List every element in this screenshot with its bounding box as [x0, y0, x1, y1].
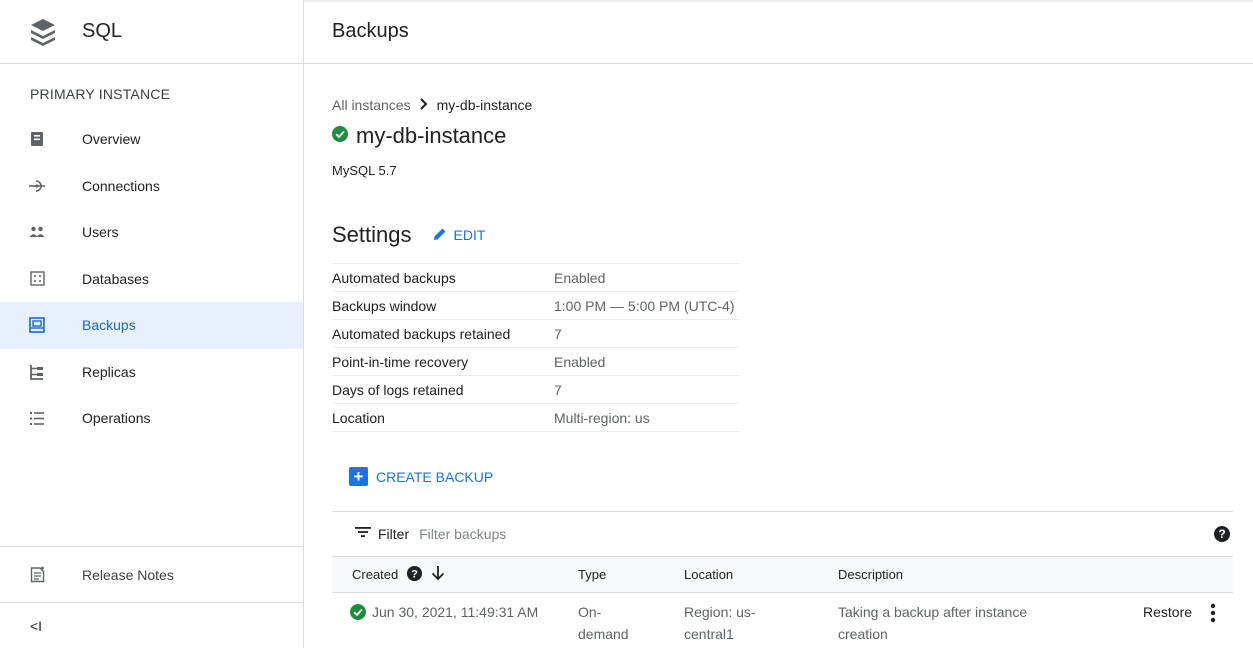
success-check-icon [350, 604, 366, 626]
pencil-icon [432, 226, 448, 245]
sidebar-header: SQL [0, 0, 303, 64]
column-type: Type [578, 567, 607, 582]
more-vert-icon[interactable] [1203, 601, 1223, 623]
status-check-icon [332, 125, 348, 147]
setting-key: Location [332, 403, 554, 432]
overview-icon [0, 131, 82, 147]
sidebar-item-label: Users [82, 224, 119, 241]
column-created-label: Created [352, 567, 399, 582]
column-description: Description [838, 567, 904, 582]
cell-created: Jun 30, 2021, 11:49:31 AM [332, 601, 578, 626]
settings-row: Automated backups Enabled [332, 263, 740, 292]
create-backup-button[interactable]: + CREATE BACKUP [349, 467, 493, 486]
section-title: PRIMARY INSTANCE [30, 86, 171, 102]
edit-label: EDIT [453, 227, 486, 243]
sidebar-item-connections[interactable]: Connections [0, 163, 303, 210]
sidebar-item-overview[interactable]: Overview [0, 116, 303, 163]
filter-bar: Filter ? [332, 511, 1233, 557]
operations-icon [0, 411, 82, 426]
setting-value: 7 [554, 375, 740, 404]
backups-table: Filter ? Created ? Type Location Descrip… [332, 511, 1233, 645]
sidebar: SQL PRIMARY INSTANCE Overview Connection… [0, 0, 304, 648]
setting-value: 1:00 PM — 5:00 PM (UTC-4) [554, 291, 740, 320]
sidebar-item-label: Replicas [82, 363, 136, 380]
backups-icon [0, 317, 82, 334]
svg-text:?: ? [1218, 527, 1225, 541]
breadcrumb-all-instances[interactable]: All instances [332, 97, 411, 113]
table-header: Created ? Type Location Description [332, 557, 1233, 593]
sidebar-item-label: Operations [82, 410, 151, 427]
column-location: Location [684, 567, 734, 582]
setting-key: Backups window [332, 291, 554, 320]
cell-type: On-demand [578, 604, 629, 642]
sidebar-footer: Release Notes <I [0, 546, 303, 648]
sidebar-item-backups[interactable]: Backups [0, 302, 303, 349]
sidebar-item-label: Databases [82, 270, 149, 287]
column-created[interactable]: Created ? [332, 565, 578, 585]
edit-settings-button[interactable]: EDIT [432, 226, 486, 245]
create-backup-label: CREATE BACKUP [376, 468, 494, 485]
filter-input[interactable] [419, 526, 720, 542]
release-notes-label: Release Notes [82, 566, 174, 583]
add-icon: + [349, 467, 368, 486]
release-notes-link[interactable]: Release Notes [0, 546, 303, 602]
main-content: All instances my-db-instance my-db-insta… [304, 65, 1253, 648]
sidebar-item-label: Backups [82, 317, 136, 334]
settings-row: Location Multi-region: us [332, 403, 740, 432]
layers-icon [0, 17, 82, 47]
table-row: Jun 30, 2021, 11:49:31 AM On-demand Regi… [332, 593, 1233, 645]
settings-title: Settings [332, 222, 412, 247]
breadcrumb: All instances my-db-instance [332, 97, 532, 113]
users-icon [0, 226, 82, 238]
setting-key: Automated backups retained [332, 319, 554, 348]
help-icon[interactable]: ? [1213, 525, 1231, 548]
page-title: Backups [332, 20, 409, 42]
settings-row: Point-in-time recovery Enabled [332, 347, 740, 376]
setting-key: Point-in-time recovery [332, 347, 554, 376]
arrow-down-icon[interactable] [431, 565, 445, 584]
setting-key: Days of logs retained [332, 375, 554, 404]
cell-location: Region: us-central1 [684, 604, 756, 642]
databases-icon [0, 271, 82, 286]
restore-button[interactable]: Restore [1143, 601, 1203, 623]
instance-version: MySQL 5.7 [332, 163, 397, 178]
setting-value: Multi-region: us [554, 403, 740, 432]
filter-label: Filter [378, 526, 410, 542]
settings-row: Days of logs retained 7 [332, 375, 740, 404]
setting-value: Enabled [554, 347, 740, 376]
replicas-icon [0, 364, 82, 380]
cell-description: Taking a backup after instance creation [838, 604, 1028, 642]
sidebar-item-operations[interactable]: Operations [0, 395, 303, 442]
instance-heading: my-db-instance [332, 123, 506, 149]
setting-key: Automated backups [332, 263, 554, 292]
chevron-right-icon [419, 97, 429, 113]
product-title: SQL [82, 20, 123, 42]
created-value: Jun 30, 2021, 11:49:31 AM [372, 604, 539, 620]
help-icon[interactable]: ? [406, 565, 423, 585]
filter-icon [354, 525, 372, 543]
setting-value: 7 [554, 319, 740, 348]
sidebar-item-replicas[interactable]: Replicas [0, 349, 303, 396]
connections-icon [0, 179, 82, 193]
release-notes-icon [0, 566, 82, 583]
page-header: Backups [304, 0, 1253, 64]
sidebar-item-databases[interactable]: Databases [0, 256, 303, 303]
settings-row: Backups window 1:00 PM — 5:00 PM (UTC-4) [332, 291, 740, 320]
instance-name: my-db-instance [356, 123, 507, 148]
setting-value: Enabled [554, 263, 740, 292]
sidebar-item-label: Connections [82, 177, 160, 194]
collapse-sidebar-button[interactable]: <I [0, 602, 303, 648]
settings-row: Automated backups retained 7 [332, 319, 740, 348]
breadcrumb-current: my-db-instance [436, 97, 533, 113]
sidebar-item-users[interactable]: Users [0, 209, 303, 256]
sidebar-item-label: Overview [82, 131, 141, 148]
svg-text:?: ? [411, 568, 418, 580]
settings-header: Settings EDIT [332, 222, 485, 248]
settings-table: Automated backups Enabled Backups window 1… [332, 263, 740, 432]
